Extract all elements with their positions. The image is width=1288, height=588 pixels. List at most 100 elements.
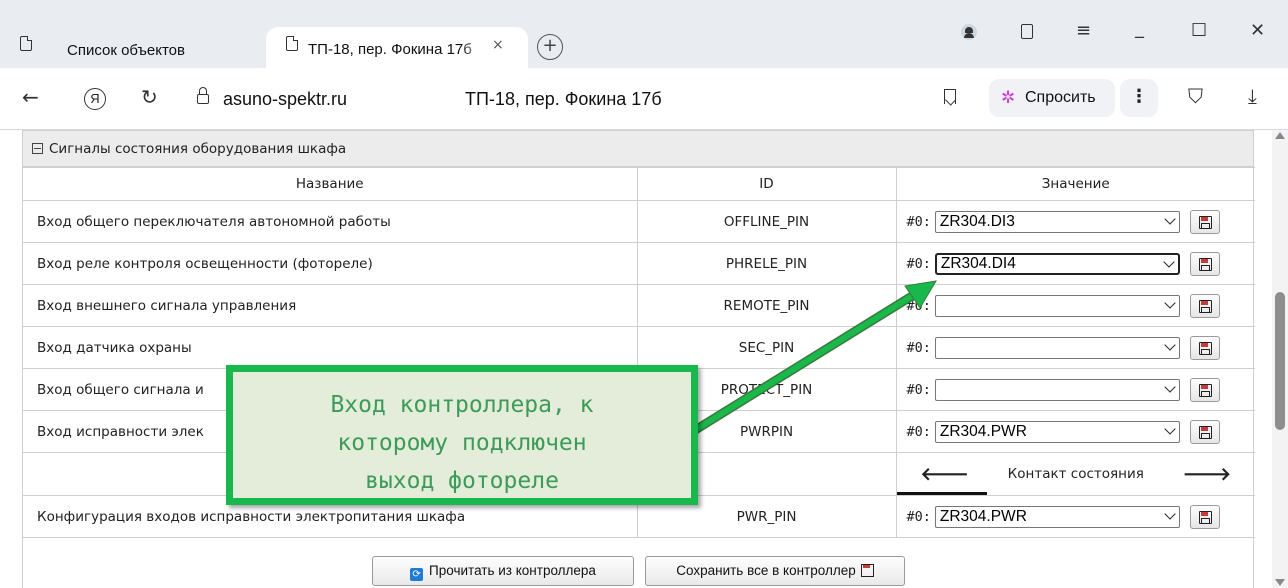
profile-avatar[interactable] <box>961 24 977 40</box>
chevron-down-icon <box>1164 507 1176 520</box>
value-select[interactable]: ZR304.DI3 <box>934 210 1180 233</box>
column-header-id: ID <box>636 167 897 201</box>
more-menu-icon[interactable]: ⋮ <box>1120 79 1158 117</box>
value-select[interactable]: ZR304.PWR <box>934 420 1180 443</box>
bookmark-icon[interactable] <box>944 89 956 104</box>
maximize-icon[interactable]: ☐ <box>1191 20 1207 41</box>
yandex-icon[interactable]: Я <box>84 88 106 110</box>
channel-prefix: #0: <box>906 213 931 230</box>
read-button-label: Прочитать из контроллера <box>429 563 596 578</box>
lock-icon[interactable] <box>197 87 209 104</box>
floppy-icon <box>1198 299 1212 313</box>
floppy-icon <box>1198 510 1212 524</box>
column-header-name: Название <box>23 167 638 201</box>
row-id: REMOTE_PIN <box>636 284 897 327</box>
signals-panel: Сигналы состояния оборудования шкафа Наз… <box>22 130 1255 588</box>
chevron-down-icon <box>1164 296 1176 309</box>
select-value: ZR304.DI3 <box>939 212 1015 230</box>
ask-button[interactable]: ✲ Спросить <box>989 79 1115 117</box>
ask-button-label: Спросить <box>1025 89 1096 106</box>
pager-cell: 🡐 Контакт состояния 🡒 <box>895 452 1255 496</box>
new-tab-button[interactable]: + <box>537 34 563 60</box>
value-select[interactable] <box>934 294 1180 317</box>
table-header-row: Название ID Значение <box>23 167 1255 201</box>
save-button[interactable] <box>1189 419 1220 444</box>
section-header[interactable]: Сигналы состояния оборудования шкафа <box>23 130 1253 167</box>
save-button[interactable] <box>1189 293 1220 318</box>
row-name: Вход общего переключателя автономной раб… <box>23 200 638 243</box>
close-window-icon[interactable]: ✕ <box>1250 20 1265 41</box>
back-icon[interactable]: ← <box>22 86 39 108</box>
row-name: Вход реле контроля освещенности (фоторел… <box>23 242 638 285</box>
menu-icon[interactable]: ≡ <box>1076 20 1091 41</box>
tab-close-icon[interactable]: × <box>492 37 504 53</box>
tab-label-fade <box>462 35 488 61</box>
row-value-cell: #0: <box>895 284 1255 327</box>
annotation-text: Вход контроллера, к которому подключен в… <box>330 392 594 494</box>
row-id: PHRELE_PIN <box>636 242 897 285</box>
minimize-icon[interactable]: _ <box>1135 18 1144 39</box>
tab-objects-list[interactable]: Список объектов <box>67 42 185 59</box>
row-id: OFFLINE_PIN <box>636 200 897 243</box>
read-from-controller-button[interactable]: ⟳ Прочитать из контроллера <box>372 556 634 586</box>
table-row: Вход датчика охраны SEC_PIN #0: <box>23 326 1255 369</box>
action-bar: ⟳ Прочитать из контроллера Сохранить все … <box>23 553 1255 588</box>
pager-label: Контакт состояния <box>1007 466 1144 482</box>
value-select[interactable]: ZR304.DI4 <box>934 252 1180 275</box>
sparkle-icon: ✲ <box>1001 88 1016 108</box>
address-page-title[interactable]: ТП-18, пер. Фокина 17б <box>465 89 662 110</box>
document-icon <box>286 36 298 51</box>
channel-prefix: #0: <box>906 508 931 525</box>
save-button[interactable] <box>1189 251 1220 276</box>
scroll-down-icon[interactable] <box>1275 579 1285 586</box>
channel-prefix: #0: <box>906 381 931 398</box>
page-content: Сигналы состояния оборудования шкафа Наз… <box>0 130 1272 588</box>
floppy-icon <box>1198 257 1212 271</box>
protect-icon[interactable]: ⛉ <box>1188 84 1203 108</box>
tab-active[interactable]: ТП-18, пер. Фокина 17б × <box>266 27 528 68</box>
url-text[interactable]: asuno-spektr.ru <box>223 89 347 110</box>
chevron-down-icon <box>1164 380 1176 393</box>
arrow-right-icon[interactable]: 🡒 <box>1183 464 1231 485</box>
arrow-left-icon[interactable]: 🡐 <box>921 464 969 485</box>
channel-prefix: #0: <box>906 423 931 440</box>
download-icon[interactable]: ⤓ <box>1248 84 1257 108</box>
channel-prefix: #0: <box>906 255 931 272</box>
channel-prefix: #0: <box>906 297 931 314</box>
value-select[interactable]: ZR304.PWR <box>934 505 1180 528</box>
floppy-icon <box>1198 383 1212 397</box>
refresh-icon: ⟳ <box>410 568 424 581</box>
section-title: Сигналы состояния оборудования шкафа <box>49 141 347 157</box>
floppy-icon <box>1198 341 1212 355</box>
row-value-cell: #0: <box>895 326 1255 369</box>
select-value: ZR304.DI4 <box>940 254 1016 272</box>
row-value-cell: #0: ZR304.PWR <box>895 410 1255 453</box>
tab-strip: Список объектов ТП-18, пер. Фокина 17б ×… <box>0 0 1288 68</box>
select-value: ZR304.PWR <box>939 507 1027 525</box>
document-icon <box>20 36 32 51</box>
address-bar: ← Я ↻ asuno-spektr.ru ТП-18, пер. Фокина… <box>0 68 1288 130</box>
scroll-thumb[interactable] <box>1275 292 1285 430</box>
vertical-scrollbar[interactable] <box>1272 130 1288 588</box>
chevron-down-icon <box>1164 212 1176 225</box>
select-value: ZR304.PWR <box>939 422 1027 440</box>
scroll-up-icon[interactable] <box>1275 132 1285 139</box>
save-button[interactable] <box>1189 377 1220 402</box>
channel-prefix: #0: <box>906 339 931 356</box>
table-row: Вход внешнего сигнала управления REMOTE_… <box>23 284 1255 327</box>
save-all-button[interactable]: Сохранить все в контроллер <box>645 556 905 586</box>
table-row: Вход общего переключателя автономной раб… <box>23 200 1255 243</box>
collapse-icon[interactable] <box>32 143 43 154</box>
reload-icon[interactable]: ↻ <box>141 86 158 108</box>
value-select[interactable] <box>934 336 1180 359</box>
save-button[interactable] <box>1189 504 1220 529</box>
tab-active-label: ТП-18, пер. Фокина 17б <box>308 41 472 58</box>
row-value-cell: #0: <box>895 368 1255 411</box>
floppy-icon <box>1198 215 1212 229</box>
row-name: Вход датчика охраны <box>23 326 638 369</box>
save-button[interactable] <box>1189 335 1220 360</box>
collections-icon[interactable] <box>1021 24 1033 39</box>
column-header-value: Значение <box>895 167 1255 201</box>
value-select[interactable] <box>934 378 1180 401</box>
save-button[interactable] <box>1189 209 1220 234</box>
